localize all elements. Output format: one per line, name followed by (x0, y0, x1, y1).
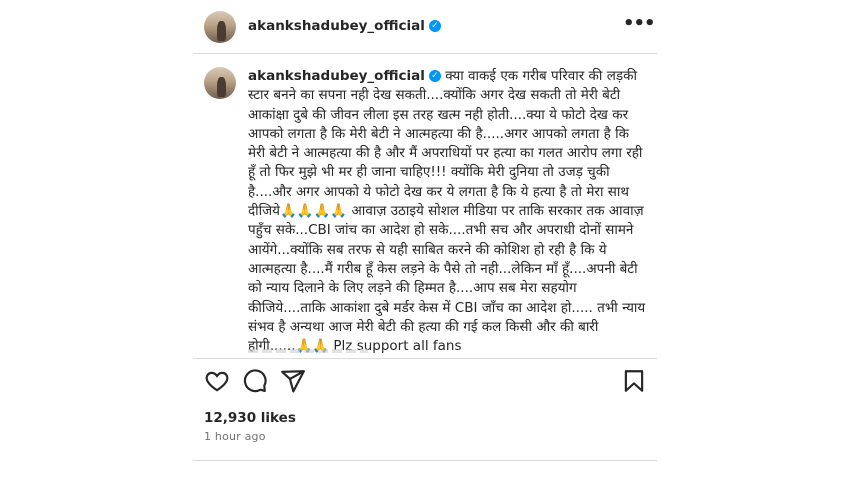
share-icon[interactable] (280, 368, 310, 398)
comment-icon[interactable] (242, 368, 272, 398)
caption-verified-badge-icon: ✓ (428, 70, 441, 82)
heart-icon[interactable] (204, 368, 234, 398)
post-timestamp[interactable]: 1 hour ago (204, 430, 266, 443)
caption-username[interactable]: akankshadubey_official (248, 68, 425, 84)
header-divider (193, 53, 657, 54)
action-bar (193, 368, 657, 400)
likes-count[interactable]: 12,930 likes (204, 410, 296, 426)
instagram-post: akankshadubey_official ✓ ••• akankshadube… (193, 0, 657, 478)
header-avatar[interactable] (204, 11, 236, 43)
caption-text: क्या वाकई एक गरीब परिवार की लड़की स्टार … (248, 68, 650, 355)
header-username[interactable]: akankshadubey_official ✓ (248, 18, 441, 34)
bookmark-icon[interactable] (621, 368, 651, 398)
comments-fade-stub (248, 349, 368, 353)
header-username-text[interactable]: akankshadubey_official (248, 18, 425, 34)
footer-divider (193, 460, 657, 461)
caption-avatar[interactable] (204, 67, 236, 99)
actions-divider (193, 358, 657, 359)
caption: akankshadubey_official ✓ क्या वाकई एक गरी… (248, 67, 648, 356)
more-options-icon[interactable]: ••• (623, 14, 656, 38)
verified-badge-icon: ✓ (428, 20, 441, 32)
